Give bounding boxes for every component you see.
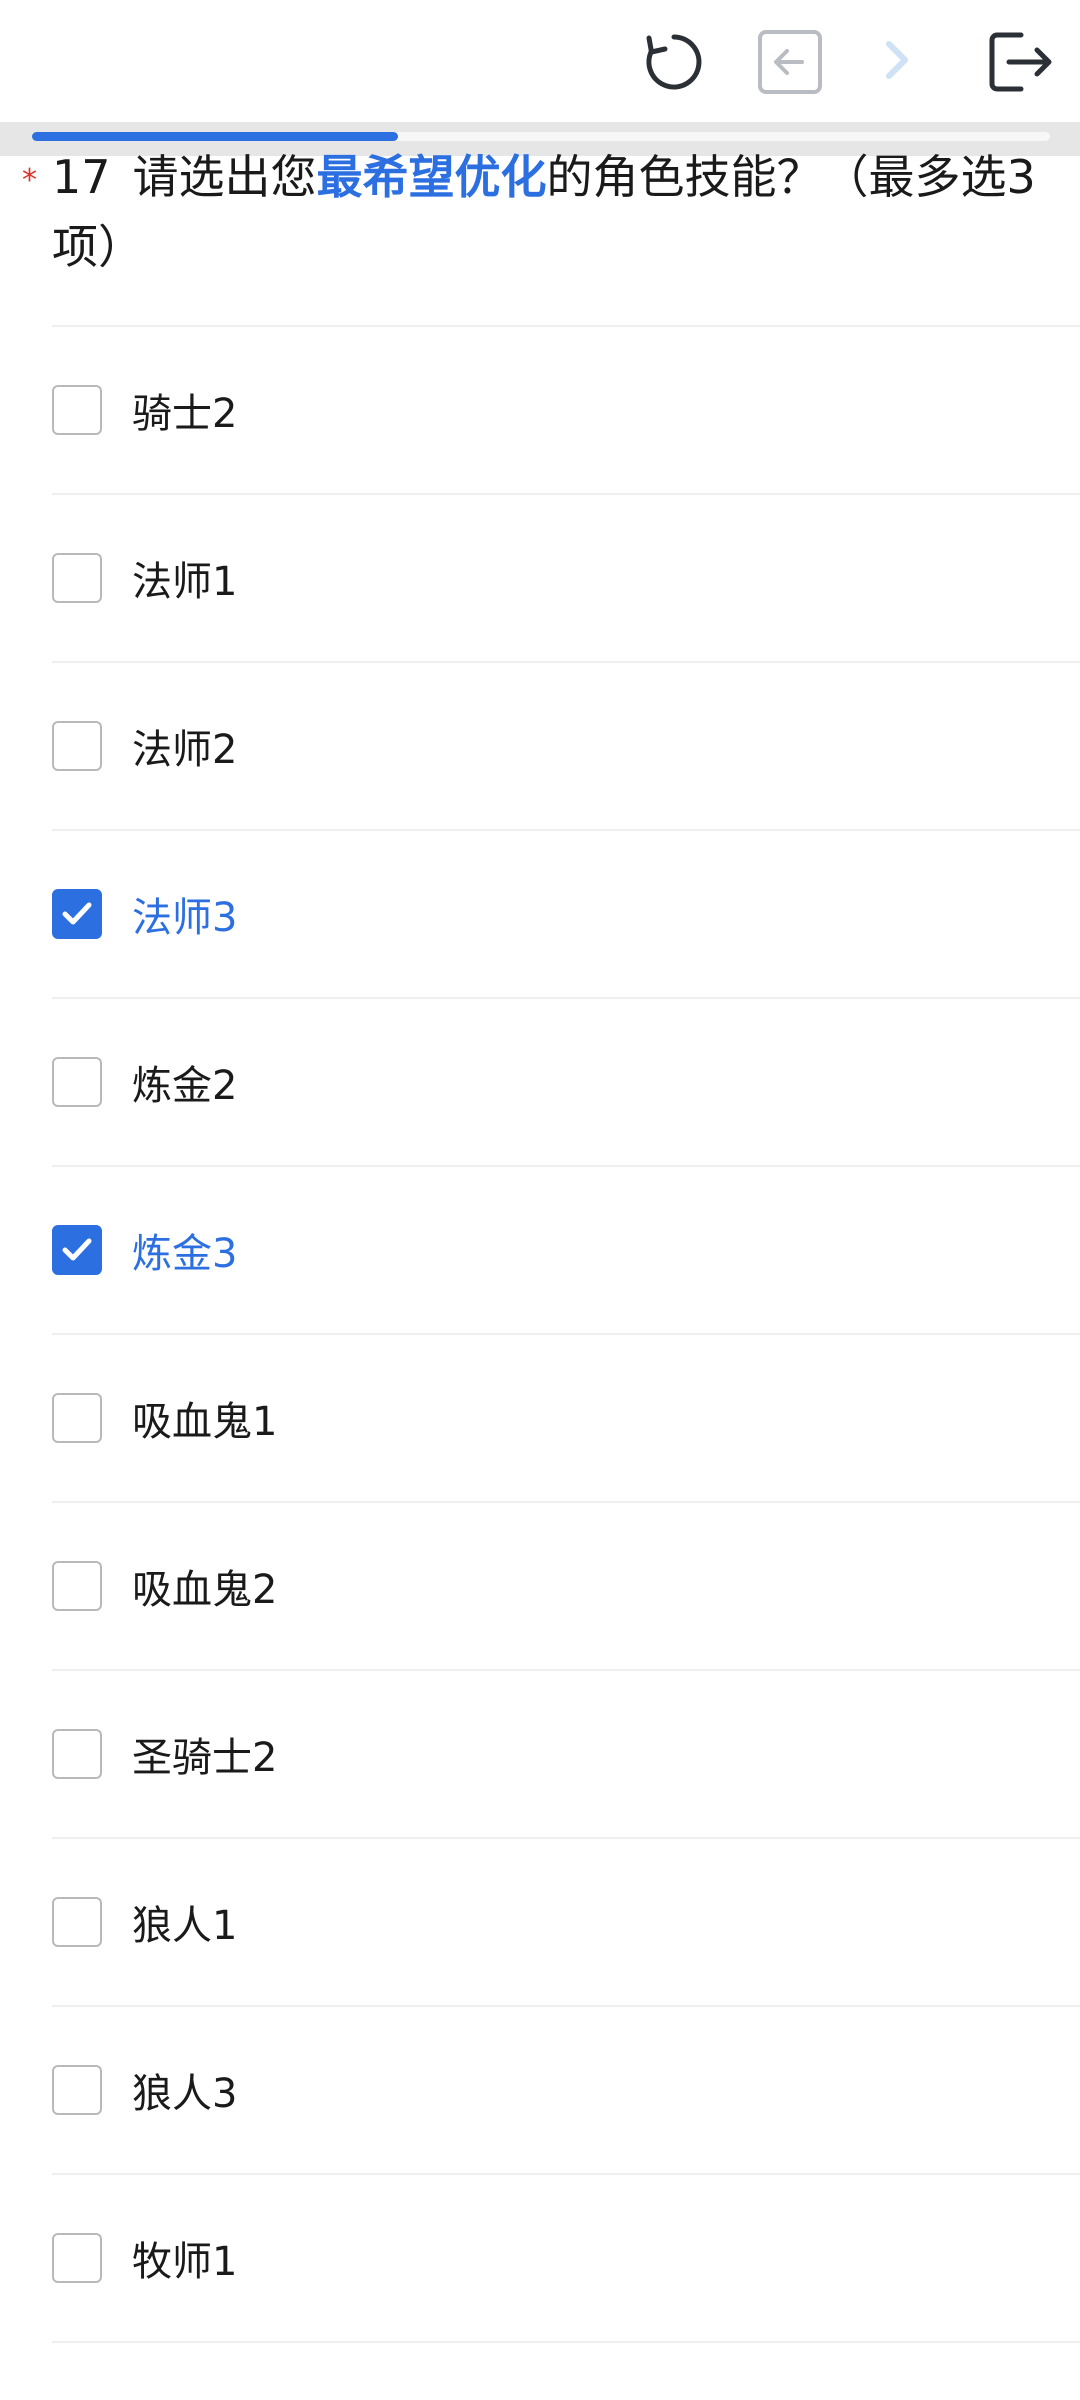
checkbox[interactable] <box>52 1729 102 1779</box>
refresh-icon <box>646 34 702 90</box>
option-item[interactable]: 狼人1 <box>52 1839 1080 2007</box>
checkbox[interactable] <box>52 2065 102 2115</box>
chevron-right-icon <box>886 41 908 79</box>
progress-fill <box>32 132 399 141</box>
refresh-button[interactable] <box>636 24 712 100</box>
checkmark-icon <box>62 1238 92 1261</box>
exit-button[interactable] <box>982 24 1058 100</box>
option-item[interactable]: 炼金3 <box>52 1167 1080 1335</box>
checkmark-icon <box>62 902 92 925</box>
checkbox[interactable] <box>52 1057 102 1107</box>
option-label: 狼人3 <box>132 2071 238 2117</box>
option-item[interactable]: 法师1 <box>52 495 1080 663</box>
option-item[interactable]: 圣骑士2 <box>52 1671 1080 1839</box>
option-label: 法师3 <box>132 895 238 941</box>
arrow-left-box-icon <box>758 30 822 94</box>
previous-page-button[interactable] <box>752 24 828 100</box>
checkbox[interactable] <box>52 2233 102 2283</box>
option-item[interactable]: 吸血鬼2 <box>52 1503 1080 1671</box>
option-label: 法师1 <box>132 559 238 605</box>
checkbox-checked[interactable] <box>52 889 102 939</box>
option-label: 法师2 <box>132 727 238 773</box>
options-list: 骑士2 法师1 法师2 法师3 炼金2 炼金3 吸血鬼1 吸血鬼2 圣骑士2 狼人1 狼人3 牧师1 <box>52 325 1080 2343</box>
question-title: 17 请选出您最希望优化的角色技能？（最多选3项） <box>52 142 1052 282</box>
next-page-button[interactable] <box>858 24 934 100</box>
option-label: 吸血鬼1 <box>132 1399 278 1445</box>
question-number: 17 <box>52 150 111 204</box>
option-label: 炼金2 <box>132 1063 238 1109</box>
option-item[interactable]: 吸血鬼1 <box>52 1335 1080 1503</box>
logout-icon <box>989 32 1052 92</box>
option-item[interactable]: 狼人3 <box>52 2007 1080 2175</box>
option-item[interactable]: 炼金2 <box>52 999 1080 1167</box>
option-label: 骑士2 <box>132 391 238 437</box>
checkbox[interactable] <box>52 553 102 603</box>
checkbox[interactable] <box>52 1393 102 1443</box>
progress-track <box>32 132 1050 141</box>
option-label: 狼人1 <box>132 1903 238 1949</box>
required-mark: * <box>22 163 37 198</box>
checkbox[interactable] <box>52 1561 102 1611</box>
option-item[interactable]: 法师2 <box>52 663 1080 831</box>
option-label: 圣骑士2 <box>132 1735 278 1781</box>
checkbox[interactable] <box>52 385 102 435</box>
checkbox-checked[interactable] <box>52 1225 102 1275</box>
question-text-highlight: 最希望优化 <box>316 150 547 204</box>
question-text-before: 请选出您 <box>132 150 317 204</box>
option-item[interactable]: 法师3 <box>52 831 1080 999</box>
option-label: 炼金3 <box>132 1231 238 1277</box>
question-block: * 17 请选出您最希望优化的角色技能？（最多选3项） <box>22 142 1052 282</box>
checkbox[interactable] <box>52 1897 102 1947</box>
option-item[interactable]: 牧师1 <box>52 2175 1080 2343</box>
option-label: 牧师1 <box>132 2239 238 2285</box>
option-label: 吸血鬼2 <box>132 1567 278 1613</box>
top-toolbar <box>0 0 1080 122</box>
option-item[interactable]: 骑士2 <box>52 327 1080 495</box>
checkbox[interactable] <box>52 721 102 771</box>
